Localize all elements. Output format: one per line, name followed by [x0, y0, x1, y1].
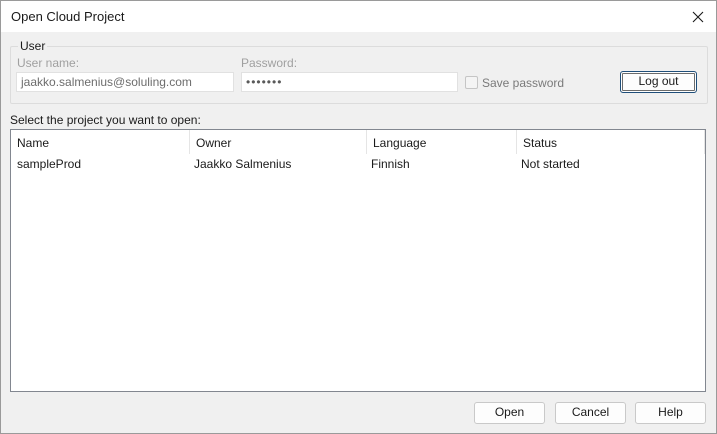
row-status-cell: Not started — [521, 157, 580, 171]
column-header-name[interactable]: Name — [11, 130, 190, 154]
save-password-label[interactable]: Save password — [482, 76, 564, 90]
column-header-owner[interactable]: Owner — [190, 130, 367, 154]
column-header-language[interactable]: Language — [367, 130, 517, 154]
row-owner-cell: Jaakko Salmenius — [194, 157, 292, 171]
username-field[interactable]: jaakko.salmenius@soluling.com — [16, 72, 234, 92]
password-field[interactable]: ••••••• — [241, 72, 458, 92]
help-button[interactable]: Help — [635, 402, 706, 424]
save-password-checkbox[interactable] — [465, 76, 478, 89]
password-label: Password: — [241, 56, 298, 70]
project-list-label: Select the project you want to open: — [10, 113, 201, 127]
table-row[interactable]: sampleProd Jaakko Salmenius Finnish Not … — [11, 154, 705, 173]
row-language-cell: Finnish — [371, 157, 410, 171]
username-label: User name: — [17, 56, 80, 70]
project-list-header: Name Owner Language Status — [11, 130, 705, 154]
close-button[interactable] — [680, 1, 716, 32]
row-name-cell: sampleProd — [17, 157, 82, 171]
title-bar: Open Cloud Project — [1, 1, 716, 32]
project-list[interactable]: Name Owner Language Status sampleProd Ja… — [10, 129, 706, 392]
column-header-status[interactable]: Status — [517, 130, 705, 154]
cancel-button[interactable]: Cancel — [555, 402, 626, 424]
open-button[interactable]: Open — [474, 402, 545, 424]
close-icon — [692, 11, 704, 22]
open-cloud-project-dialog: Open Cloud Project User User name: jaakk… — [0, 0, 717, 434]
window-title: Open Cloud Project — [11, 9, 125, 24]
user-group-legend: User — [18, 39, 48, 53]
logout-button[interactable]: Log out — [620, 71, 697, 93]
